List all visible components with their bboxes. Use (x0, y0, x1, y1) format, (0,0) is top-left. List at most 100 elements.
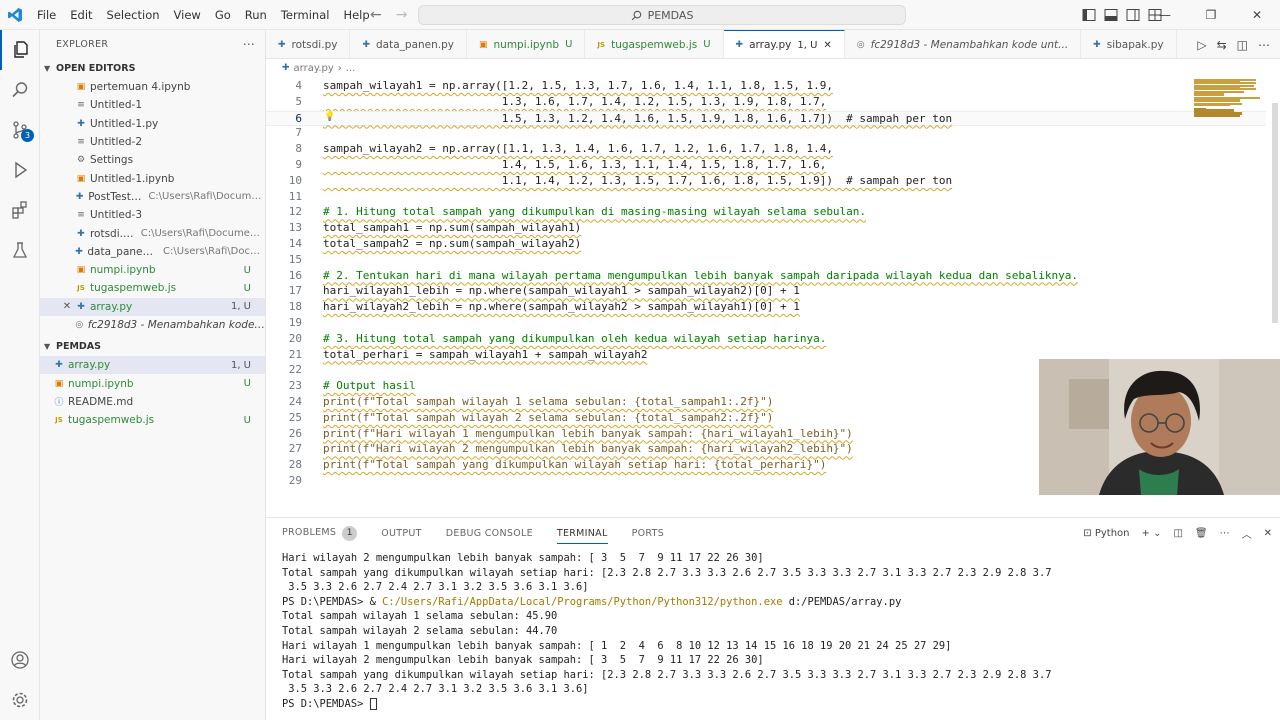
forward-arrow-icon[interactable]: → (396, 7, 408, 23)
problems-count-badge: 1 (342, 525, 358, 541)
run-python-file-icon[interactable]: ▷ (1197, 38, 1206, 52)
code-line[interactable]: 12 # 1. Hitung total sampah yang dikumpul… (266, 205, 1266, 221)
open-editor-item[interactable]: ✚ data_panen.py C:\Users\Rafi\Docum... (40, 243, 265, 261)
editor-tab[interactable]: ✚ sibapak.py (1081, 30, 1177, 58)
menu-run[interactable]: Run (238, 0, 274, 30)
source-control-icon[interactable]: 3 (0, 110, 40, 150)
editor-tab[interactable]: ✚ data_panen.py (350, 30, 467, 58)
minimize-icon[interactable]: — (1142, 0, 1188, 30)
kill-terminal-trash-icon[interactable]: 🗑 (1195, 528, 1208, 539)
close-tab-icon[interactable]: ✕ (823, 40, 831, 51)
more-actions-icon[interactable]: ⋯ (1258, 38, 1270, 52)
editor-tab[interactable]: ✚ array.py 1, U ✕ (723, 30, 845, 58)
editor-tab[interactable]: ✚ rotsdi.py (266, 30, 351, 58)
open-editor-item[interactable]: JS tugaspemweb.js U (40, 279, 265, 297)
explorer-icon[interactable] (0, 30, 40, 70)
editor-tab[interactable]: ▣ numpi.ipynb U (467, 30, 586, 58)
close-icon[interactable]: ✕ (60, 301, 74, 312)
tab-debug-console[interactable]: DEBUG CONSOLE (446, 528, 533, 539)
testing-flask-icon[interactable] (0, 230, 40, 270)
project-file-item[interactable]: ⓘ README.md (40, 393, 265, 411)
code-line[interactable]: 5 1.3, 1.6, 1.7, 1.4, 1.2, 1.5, 1.3, 1.9… (266, 95, 1266, 111)
open-editor-name: Untitled-3 (90, 209, 143, 222)
menu-go[interactable]: Go (208, 0, 238, 30)
project-file-item[interactable]: ▣ numpi.ipynb U (40, 374, 265, 392)
run-debug-icon[interactable] (0, 150, 40, 190)
open-editor-item[interactable]: ≡ Untitled-2 (40, 133, 265, 151)
menu-edit[interactable]: Edit (63, 0, 99, 30)
tab-output[interactable]: OUTPUT (381, 528, 422, 539)
menu-selection[interactable]: Selection (100, 0, 167, 30)
code-line[interactable]: 19 (266, 316, 1266, 332)
code-line[interactable]: 9 1.4, 1.5, 1.6, 1.3, 1.1, 1.4, 1.5, 1.8… (266, 158, 1266, 174)
code-line[interactable]: 16 # 2. Tentukan hari di mana wilayah per… (266, 269, 1266, 285)
open-editor-item[interactable]: ▣ Untitled-1.ipynb (40, 169, 265, 187)
menu-terminal[interactable]: Terminal (274, 0, 337, 30)
open-editor-item[interactable]: ✚ rotsdi.py C:\Users\Rafi\Documents (40, 224, 265, 242)
split-terminal-icon[interactable]: ◫ (1173, 528, 1182, 539)
editor-tab[interactable]: JS tugaspemweb.js U (585, 30, 724, 58)
open-editor-item[interactable]: ≡ Untitled-3 (40, 206, 265, 224)
code-line[interactable]: 10 1.1, 1.4, 1.2, 1.3, 1.5, 1.7, 1.6, 1.… (266, 174, 1266, 190)
code-line[interactable]: 20 # 3. Hitung total sampah yang dikumpul… (266, 332, 1266, 348)
code-line[interactable]: 11 (266, 190, 1266, 206)
manage-gear-icon[interactable] (0, 680, 40, 720)
js-file-icon: JS (597, 40, 606, 49)
terminal-output[interactable]: Hari wilayah 2 mengumpulkan lebih banyak… (282, 552, 1272, 717)
open-editor-item[interactable]: ✚ Untitled-1.py (40, 115, 265, 133)
python-file-icon: ✚ (77, 228, 85, 239)
code-line[interactable]: 13 total_sampah1 = np.sum(sampah_wilayah1… (266, 221, 1266, 237)
tab-ports[interactable]: PORTS (632, 528, 664, 539)
code-line[interactable]: 4 sampah_wilayah1 = np.array([1.2, 1.5, 1… (266, 79, 1266, 95)
open-editor-item[interactable]: ▣ pertemuan 4.ipynb (40, 78, 265, 96)
editor-tab[interactable]: ◎ fc2918d3 - Menambahkan kode unt... (845, 30, 1082, 58)
line-number: 5 (295, 94, 302, 108)
close-window-icon[interactable]: ✕ (1234, 0, 1280, 30)
code-line[interactable]: 7 (266, 126, 1266, 142)
project-folder-header[interactable]: ▼ PEMDAS (40, 336, 265, 356)
open-editor-item[interactable]: ✕ ✚ array.py 1, U (40, 297, 265, 316)
tab-terminal[interactable]: TERMINAL (556, 528, 608, 544)
extensions-icon[interactable] (0, 190, 40, 230)
open-editors-header[interactable]: ▼ OPEN EDITORS (40, 58, 265, 78)
project-file-item[interactable]: ✚ array.py 1, U (40, 356, 265, 375)
project-file-item[interactable]: JS tugaspemweb.js U (40, 411, 265, 429)
more-actions-icon[interactable]: ⋯ (243, 37, 255, 51)
compare-changes-icon[interactable]: ⇆ (1217, 38, 1227, 52)
account-icon[interactable] (0, 640, 40, 680)
toggle-panel-icon[interactable] (1104, 8, 1118, 22)
maximize-panel-icon[interactable]: ︿ (1242, 526, 1252, 541)
python-file-icon: ✚ (75, 246, 83, 257)
close-panel-icon[interactable]: ✕ (1264, 528, 1272, 539)
terminal-profile[interactable]: ⊡ Python (1083, 528, 1129, 539)
tab-problems[interactable]: PROBLEMS 1 (282, 525, 358, 541)
code-text: total_sampah2 = np.sum(sampah_wilayah2) (323, 237, 582, 250)
open-editor-item[interactable]: ◎ fc2918d3 - Menambahkan kode un... (40, 316, 265, 334)
back-arrow-icon[interactable]: ← (370, 7, 382, 23)
open-editor-item[interactable]: ≡ Untitled-1 (40, 96, 265, 114)
menu-view[interactable]: View (167, 0, 208, 30)
line-number: 15 (288, 252, 302, 266)
open-editor-item[interactable]: ✚ PostTest.py C:\Users\Rafi\Documents (40, 188, 265, 206)
more-actions-icon[interactable]: ⋯ (1220, 528, 1230, 539)
code-line[interactable]: 15 (266, 253, 1266, 269)
toggle-secondary-sidebar-icon[interactable] (1126, 8, 1140, 22)
open-editor-item[interactable]: ▣ numpi.ipynb U (40, 261, 265, 279)
command-center-search[interactable]: PEMDAS (418, 5, 906, 25)
code-line[interactable]: 18 hari_wilayah2_lebih = np.where(sampah_… (266, 300, 1266, 316)
new-terminal-button[interactable]: + ⌄ (1142, 528, 1162, 539)
open-editor-item[interactable]: ⚙ Settings (40, 151, 265, 169)
code-line[interactable]: 17 hari_wilayah1_lebih = np.where(sampah_… (266, 284, 1266, 300)
code-line[interactable]: 14 total_sampah2 = np.sum(sampah_wilayah2… (266, 237, 1266, 253)
split-editor-icon[interactable]: ◫ (1237, 38, 1248, 52)
restore-icon[interactable]: ❐ (1188, 0, 1234, 30)
code-text: print(f"Hari wilayah 2 mengumpulkan lebi… (323, 442, 853, 456)
breadcrumb-file[interactable]: array.py (294, 63, 334, 74)
menu-file[interactable]: File (30, 0, 63, 30)
breadcrumb-symbol[interactable]: ... (346, 63, 356, 74)
title-bar: File Edit Selection View Go Run Terminal… (0, 0, 1280, 30)
code-line[interactable]: 8 sampah_wilayah2 = np.array([1.1, 1.3, 1… (266, 142, 1266, 158)
toggle-primary-sidebar-icon[interactable] (1082, 8, 1096, 22)
search-view-icon[interactable] (0, 70, 40, 110)
code-line[interactable]: 6 💡 1.5, 1.3, 1.2, 1.4, 1.6, 1.5, 1.9, 1.… (266, 110, 1266, 127)
